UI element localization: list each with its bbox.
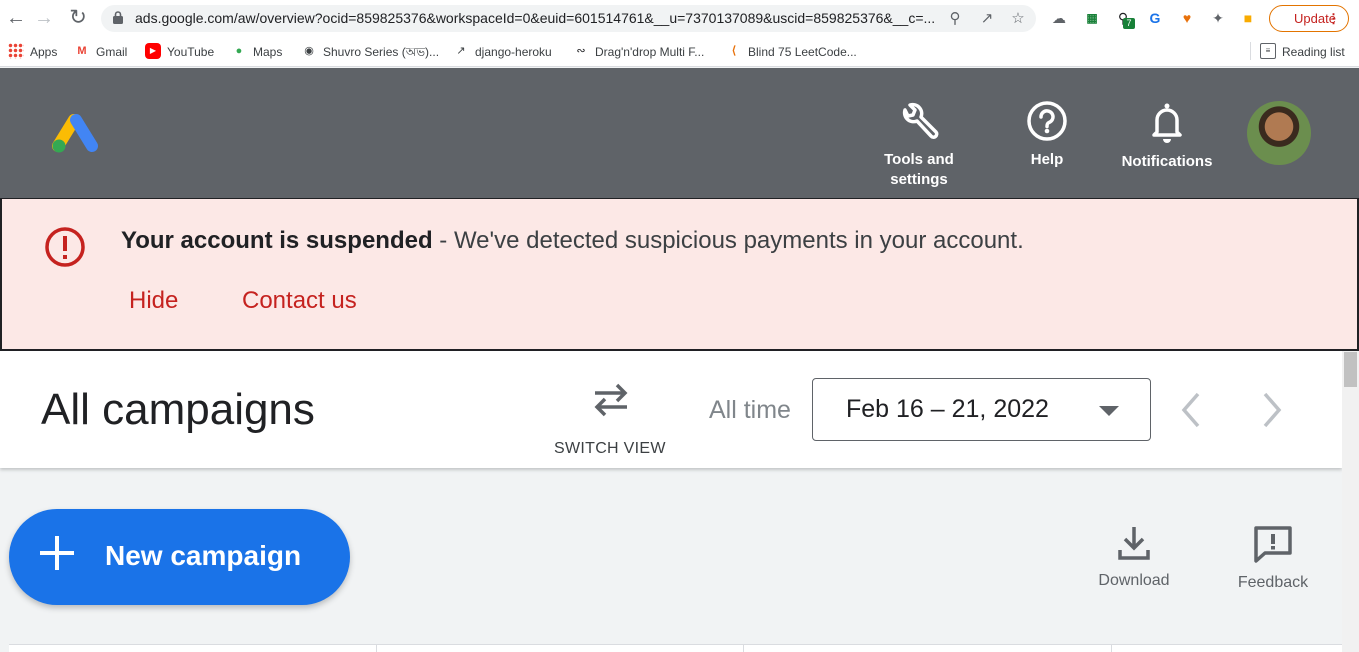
tools-label-line1: Tools and bbox=[884, 151, 954, 168]
extension-cloud-icon[interactable]: ☁ bbox=[1049, 8, 1069, 28]
forward-arrow-icon[interactable]: → bbox=[32, 6, 56, 30]
wrench-icon bbox=[902, 102, 939, 139]
feedback-label: Feedback bbox=[1237, 574, 1309, 591]
scrollbar-thumb[interactable] bbox=[1344, 352, 1357, 387]
bookmarks-separator bbox=[1250, 42, 1251, 60]
tools-label-line2: settings bbox=[890, 171, 948, 188]
bookmark-maps[interactable]: ● Maps bbox=[231, 42, 283, 62]
banner-title: Your account is suspended bbox=[121, 227, 433, 254]
update-button[interactable]: Update ⋮ bbox=[1269, 5, 1349, 32]
bookmark-dragndrop[interactable]: ∾ Drag'n'drop Multi F... bbox=[573, 42, 704, 62]
bookmark-label: Gmail bbox=[96, 45, 128, 59]
chevron-left-icon[interactable] bbox=[1176, 388, 1206, 432]
range-label: All time bbox=[709, 396, 791, 424]
caret-down-icon bbox=[1099, 406, 1119, 416]
bookmark-gmail[interactable]: M Gmail bbox=[74, 42, 127, 62]
bookmark-star-icon[interactable]: ☆ bbox=[1008, 9, 1028, 29]
bookmark-label: Maps bbox=[253, 45, 283, 59]
download-icon bbox=[1118, 527, 1150, 560]
scrollbar-track[interactable] bbox=[1342, 351, 1359, 652]
bookmark-label: Drag'n'drop Multi F... bbox=[595, 45, 705, 59]
zoom-icon[interactable]: ⚲ bbox=[945, 9, 965, 29]
campaign-summary-cards bbox=[9, 644, 1342, 652]
url-text[interactable]: ads.google.com/aw/overview?ocid=85982537… bbox=[135, 10, 935, 26]
card-divider bbox=[743, 644, 744, 652]
feedback-button[interactable]: Feedback bbox=[1231, 524, 1315, 592]
card-divider bbox=[1111, 644, 1112, 652]
bookmark-shuvro[interactable]: ◉ Shuvro Series (অভ)... bbox=[301, 42, 439, 62]
download-label: Download bbox=[1098, 572, 1170, 589]
hide-link[interactable]: Hide bbox=[129, 287, 178, 315]
bookmark-youtube[interactable]: ▶ YouTube bbox=[145, 42, 214, 62]
download-button[interactable]: Download bbox=[1094, 524, 1174, 590]
globe-icon: ◉ bbox=[304, 45, 314, 58]
reading-list-label: Reading list bbox=[1282, 45, 1345, 59]
chart-line-icon: ↗ bbox=[456, 45, 466, 58]
banner-detail: - We've detected suspicious payments in … bbox=[432, 227, 1024, 254]
youtube-icon: ▶ bbox=[145, 43, 161, 60]
notifications-button[interactable]: Notifications bbox=[1116, 100, 1218, 172]
switch-view-icon[interactable] bbox=[590, 378, 632, 420]
extension-search-icon[interactable]: ⚲ 7 bbox=[1113, 8, 1135, 29]
avatar[interactable] bbox=[1247, 101, 1311, 165]
address-bar[interactable]: ads.google.com/aw/overview?ocid=85982537… bbox=[101, 5, 1036, 32]
back-arrow-icon[interactable]: ← bbox=[4, 6, 28, 30]
new-campaign-label: New campaign bbox=[105, 540, 302, 571]
feedback-icon bbox=[1254, 526, 1292, 563]
contact-us-link[interactable]: Contact us bbox=[242, 287, 357, 315]
notifications-label: Notifications bbox=[1121, 153, 1213, 170]
help-label: Help bbox=[1030, 151, 1064, 168]
reload-icon[interactable]: ↻ bbox=[66, 6, 90, 30]
bookmark-label: Apps bbox=[30, 45, 58, 59]
date-range-select[interactable]: Feb 16 – 21, 2022 bbox=[812, 378, 1151, 441]
reading-list-button[interactable]: ≡ Reading list bbox=[1260, 42, 1345, 62]
page-title: All campaigns bbox=[41, 385, 315, 434]
extension-badge: 7 bbox=[1123, 18, 1135, 29]
extension-heart-icon[interactable]: ♥ bbox=[1177, 8, 1197, 28]
bookmark-label: django-heroku bbox=[475, 45, 552, 59]
browser-toolbar: ← → ↻ ads.google.com/aw/overview?ocid=85… bbox=[0, 0, 1359, 37]
date-range-value: Feb 16 – 21, 2022 bbox=[846, 395, 1049, 423]
new-campaign-button[interactable]: New campaign bbox=[9, 509, 350, 605]
maps-icon: ● bbox=[235, 45, 243, 58]
card-divider bbox=[376, 644, 377, 652]
bookmark-label: YouTube bbox=[167, 45, 215, 59]
bell-icon bbox=[1152, 103, 1182, 143]
help-button[interactable]: Help bbox=[1012, 100, 1082, 170]
swirl-icon: ∾ bbox=[576, 45, 586, 58]
bookmarks-bar: Apps M Gmail ▶ YouTube ● Maps ◉ Shuvro Serie… bbox=[0, 37, 1359, 67]
bookmark-label: Shuvro Series (অভ)... bbox=[323, 45, 440, 59]
gmail-icon: M bbox=[77, 45, 87, 58]
error-icon bbox=[45, 227, 85, 267]
apps-grid-icon bbox=[8, 43, 24, 60]
bookmark-label: Blind 75 LeetCode... bbox=[748, 45, 857, 59]
chevron-right-icon[interactable] bbox=[1257, 388, 1287, 432]
banner-message: Your account is suspended - We've detect… bbox=[121, 227, 1024, 255]
extensions-puzzle-icon[interactable]: ✦ bbox=[1208, 8, 1228, 28]
bookmark-django-heroku[interactable]: ↗ django-heroku bbox=[453, 42, 552, 62]
bookmark-apps[interactable]: Apps bbox=[8, 42, 57, 62]
translate-icon[interactable]: G bbox=[1145, 8, 1165, 28]
help-icon bbox=[1027, 101, 1067, 141]
reading-list-icon: ≡ bbox=[1260, 43, 1276, 60]
bookmark-blind75[interactable]: ⟨ Blind 75 LeetCode... bbox=[726, 42, 857, 62]
suspension-banner bbox=[0, 198, 1359, 351]
menu-dots-icon: ⋮ bbox=[1327, 11, 1340, 26]
google-ads-logo[interactable] bbox=[52, 112, 100, 154]
plus-icon bbox=[40, 536, 74, 570]
extension-folder-icon[interactable]: ■ bbox=[1238, 8, 1258, 28]
extension-sheet-icon[interactable]: ▦ bbox=[1082, 8, 1102, 28]
switch-view-button[interactable]: SWITCH VIEW bbox=[554, 440, 666, 458]
leetcode-icon: ⟨ bbox=[731, 45, 737, 58]
tools-and-settings-button[interactable]: Tools and settings bbox=[874, 100, 964, 190]
share-icon[interactable]: ↗ bbox=[977, 9, 997, 29]
lock-icon bbox=[113, 11, 123, 24]
